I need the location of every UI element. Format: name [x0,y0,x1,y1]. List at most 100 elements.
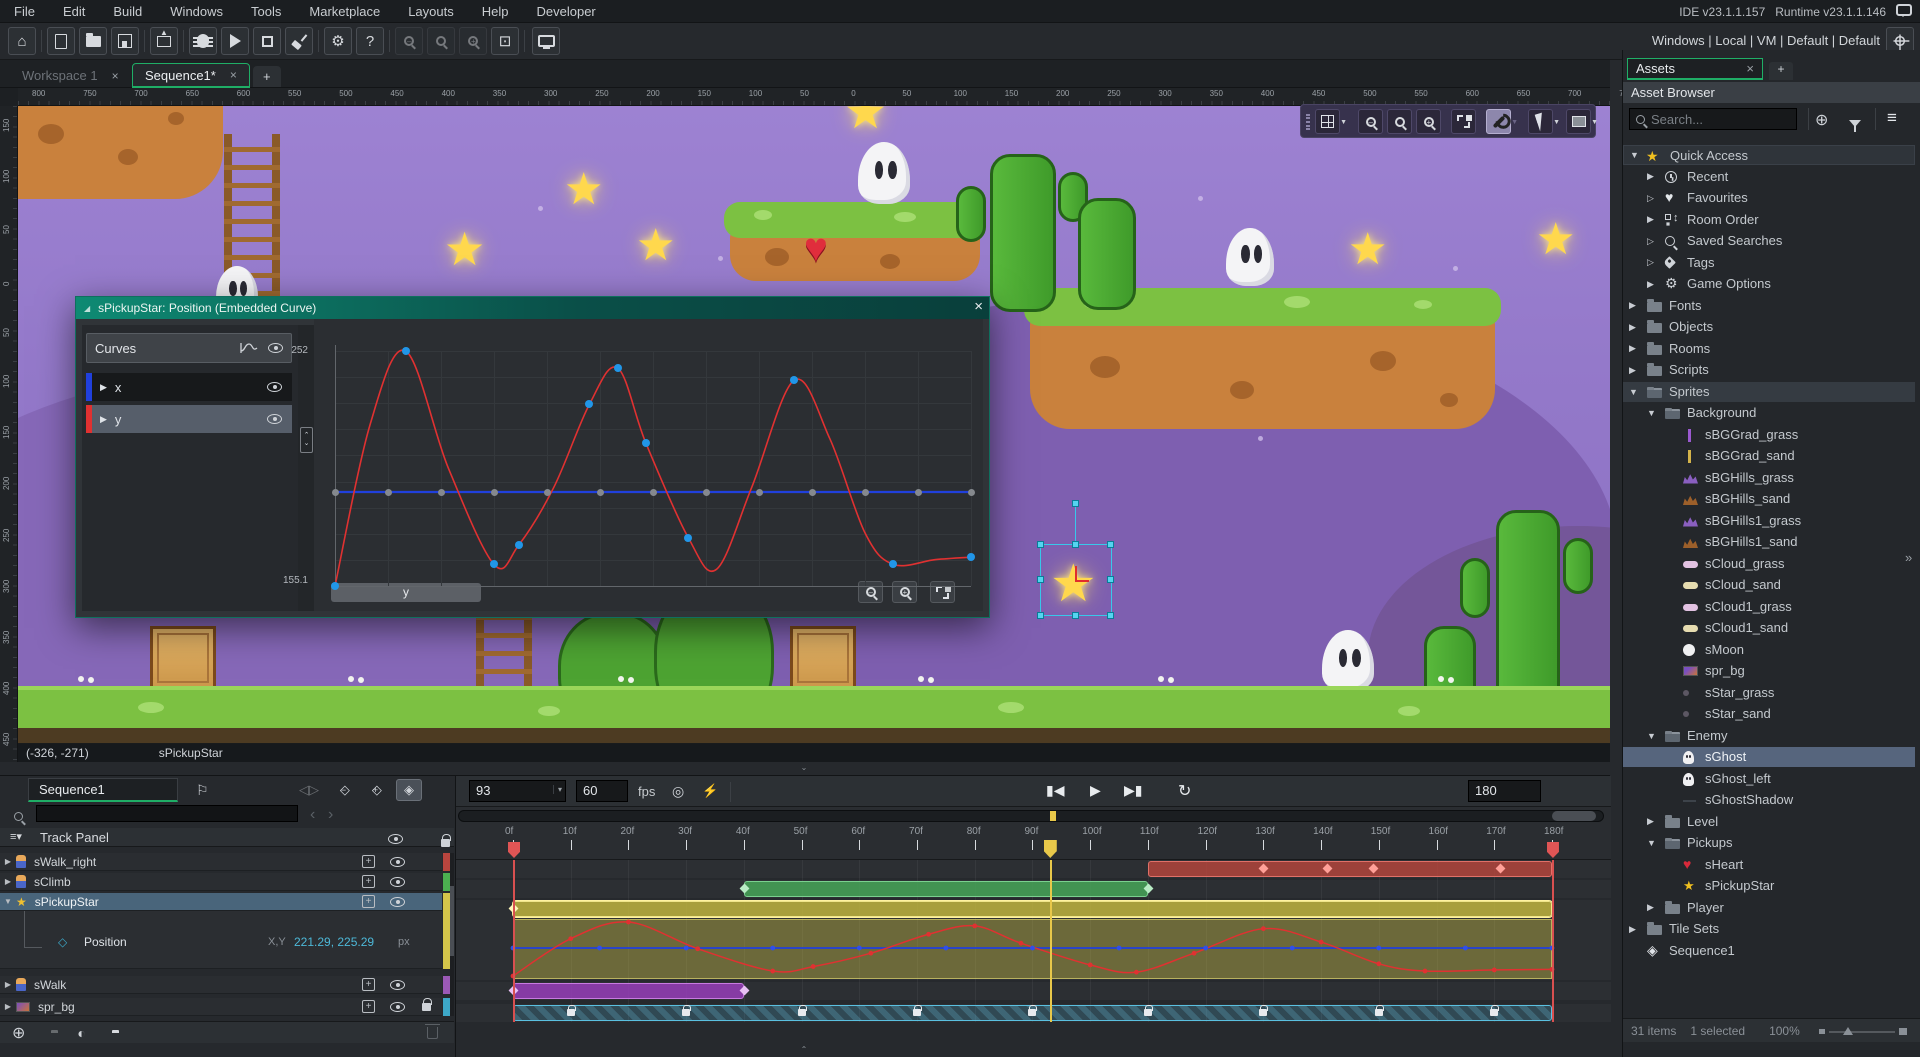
menu-layouts[interactable]: Layouts [394,4,468,19]
tab-add-button[interactable]: + [253,66,281,87]
remove-keyframe-button[interactable]: ◇− [330,779,356,801]
curve-graph[interactable]: 252 155.1 y – + [314,319,983,611]
y-curve-keyframe[interactable] [331,582,339,590]
delete-track-icon[interactable] [427,1027,438,1039]
add-parameter-icon[interactable]: + [362,1000,375,1013]
zoom-slider-max[interactable] [1899,1028,1907,1035]
asset-rooms[interactable]: ▶Rooms [1623,339,1915,359]
tree-arrow-icon[interactable]: ▷ [1647,236,1654,247]
x-curve-point[interactable] [703,489,710,496]
onion-skin-icon[interactable]: ◎ [672,783,684,800]
x-curve-point[interactable] [968,489,975,496]
y-curve-keyframe[interactable] [402,347,410,355]
track-eye-icon[interactable] [390,877,405,887]
asset-scloud1-grass[interactable]: sCloud1_grass [1623,597,1915,617]
asset-tab-add-button[interactable]: + [1769,62,1793,80]
canvas-zoom-in-button[interactable]: + [1416,109,1441,134]
help-button[interactable]: ? [356,27,384,55]
track-row-sWalk_right[interactable]: ▶sWalk_right+ [0,853,442,871]
tree-arrow-icon[interactable]: ▷ [1647,193,1654,204]
asset-sstar-grass[interactable]: sStar_grass [1623,683,1915,703]
zoom-reset-button[interactable] [427,27,455,55]
panel-collapse-right-chevron[interactable]: » [1905,550,1912,565]
track-eye-icon[interactable] [390,857,405,867]
tab-sequence1[interactable]: Sequence1* × [132,63,250,88]
tree-arrow-icon[interactable]: ▶ [1629,300,1636,311]
browser-menu-icon[interactable]: ≡ [1887,108,1897,128]
record-keyframe-button[interactable]: ◈ [396,779,422,801]
x-curve-point[interactable] [491,489,498,496]
asset-sghost-left[interactable]: sGhost_left [1623,769,1915,789]
all-lock-icon[interactable] [441,839,450,847]
playhead-marker[interactable] [1044,840,1057,858]
asset-spickupstar[interactable]: ★sPickupStar [1623,876,1915,896]
position-value[interactable]: 221.29, 225.29 [294,935,374,949]
asset-sghostshadow[interactable]: sGhostShadow [1623,790,1915,810]
y-curve-keyframe[interactable] [790,376,798,384]
asset-quick-access[interactable]: ▼★Quick Access [1623,145,1915,165]
home-button[interactable]: ⌂ [8,27,36,55]
build-target-text[interactable]: Windows | Local | VM | Default | Default [1652,33,1880,48]
feedback-chat-icon[interactable] [1896,4,1912,16]
asset-enemy[interactable]: ▼Enemy [1623,726,1915,746]
stop-button[interactable] [253,27,281,55]
run-button[interactable] [221,27,249,55]
add-parameter-icon[interactable]: + [362,895,375,908]
instant-playback-icon[interactable]: ⚡ [702,783,718,799]
track-sort-icon[interactable]: ≡▾ [10,830,22,843]
curve-editor-window[interactable]: ◢ sPickupStar: Position (Embedded Curve)… [75,296,990,618]
curve-window-titlebar[interactable]: ◢ sPickupStar: Position (Embedded Curve)… [76,297,989,319]
x-curve-point[interactable] [544,489,551,496]
add-parameter-icon[interactable]: + [362,978,375,991]
tree-arrow-icon[interactable]: ▼ [1647,731,1656,741]
select-tool-button[interactable]: ▼ [1528,109,1553,134]
asset-favourites[interactable]: ▷♥Favourites [1623,188,1915,208]
new-project-button[interactable] [47,27,75,55]
asset-saved-searches[interactable]: ▷Saved Searches [1623,231,1915,251]
window-pin-icon[interactable]: ◢ [84,304,90,313]
position-diamond-icon[interactable]: ◇ [58,935,67,949]
y-curve-keyframe[interactable] [684,534,692,542]
timeline-bar-sWalk[interactable] [513,983,744,999]
asset-sbghills1-grass[interactable]: sBGHills1_grass [1623,511,1915,531]
game-options-button[interactable]: ⚙ [324,27,352,55]
asset-sbggrad-grass[interactable]: sBGGrad_grass [1623,425,1915,445]
asset-sbghills1-sand[interactable]: sBGHills1_sand [1623,532,1915,552]
timeline-bar-sWalk_right[interactable] [1148,861,1552,877]
search-prev-icon[interactable]: ‹ [310,806,315,824]
fit-view-button[interactable] [1451,109,1476,134]
asset-player[interactable]: ▶Player [1623,898,1915,918]
asset-background[interactable]: ▼Background [1623,403,1915,423]
y-curve-keyframe[interactable] [490,560,498,568]
y-curve-keyframe[interactable] [642,439,650,447]
zoom-slider-min[interactable] [1819,1029,1825,1034]
asset-sbghills-sand[interactable]: sBGHills_sand [1623,489,1915,509]
add-parameter-icon[interactable]: + [362,855,375,868]
asset-sghost[interactable]: sGhost [1623,747,1915,767]
tree-arrow-icon[interactable]: ▼ [1629,387,1638,397]
parameter-toggle-icon[interactable]: ◐ [77,1025,85,1041]
graph-fit-button[interactable] [930,581,955,603]
asset-scloud-grass[interactable]: sCloud_grass [1623,554,1915,574]
duration-input[interactable]: 180 [1468,780,1541,802]
tab-assets[interactable]: Assets × [1627,58,1763,80]
tree-arrow-icon[interactable]: ▼ [1647,408,1656,418]
tree-arrow-icon[interactable]: ▶ [1647,279,1654,290]
asset-sbggrad-sand[interactable]: sBGGrad_sand [1623,446,1915,466]
x-curve-point[interactable] [756,489,763,496]
track-y-eye-icon[interactable] [267,414,282,424]
asset-tags[interactable]: ▷Tags [1623,253,1915,273]
selection-handle[interactable] [1107,541,1114,548]
menu-edit[interactable]: Edit [49,4,99,19]
laptop-button[interactable] [532,27,560,55]
debug-button[interactable] [189,27,217,55]
search-next-icon[interactable]: › [328,806,333,824]
tab-sequence1-bottom[interactable]: Sequence1 [28,778,178,802]
x-curve-point[interactable] [438,489,445,496]
menu-windows[interactable]: Windows [156,4,237,19]
track-eye-icon[interactable] [390,897,405,907]
actual-size-button[interactable]: ⊡ [491,27,519,55]
region-tool-button[interactable]: ▼ [1566,109,1591,134]
grid-settings-button[interactable]: ▼ [1315,109,1340,134]
tab-sequence1-close-icon[interactable]: × [230,68,237,82]
